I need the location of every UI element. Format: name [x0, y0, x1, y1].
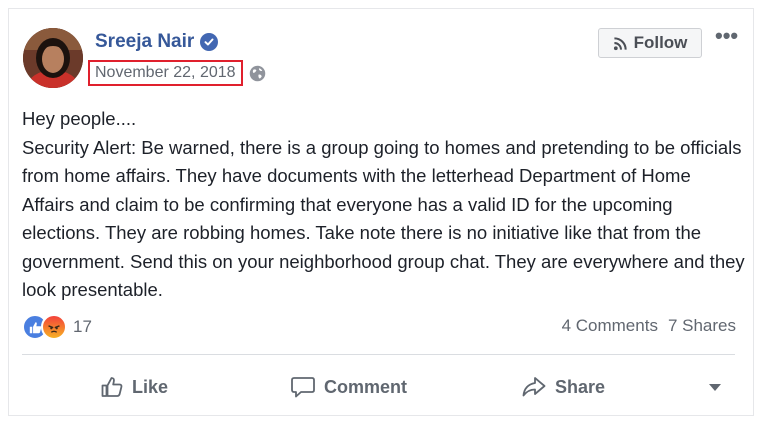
- post-meta: November 22, 2018: [88, 60, 266, 86]
- post-text-line-1: Hey people....: [22, 108, 137, 129]
- more-options-button[interactable]: •••: [715, 25, 738, 47]
- divider: [22, 354, 735, 355]
- globe-icon: [249, 65, 265, 81]
- like-button[interactable]: Like: [100, 367, 168, 407]
- chevron-down-icon[interactable]: [708, 383, 722, 392]
- comments-count-link[interactable]: 4 Comments: [562, 316, 658, 336]
- verified-badge-icon: [200, 33, 219, 51]
- comment-bubble-icon: [291, 377, 315, 398]
- rss-icon: [613, 36, 627, 50]
- share-button[interactable]: Share: [521, 367, 605, 407]
- follow-button[interactable]: Follow: [598, 28, 702, 58]
- post-body: Hey people.... Security Alert: Be warned…: [22, 105, 746, 305]
- author-name[interactable]: Sreeja Nair: [95, 31, 219, 53]
- follow-label: Follow: [633, 33, 688, 52]
- shares-count-link[interactable]: 7 Shares: [668, 316, 736, 336]
- author-name-label[interactable]: Sreeja Nair: [95, 31, 194, 53]
- angry-reaction-icon: [41, 314, 67, 340]
- comment-label: Comment: [324, 376, 408, 397]
- post-text-paragraph: Security Alert: Be warned, there is a gr…: [22, 136, 745, 301]
- thumbs-up-icon: [101, 377, 123, 397]
- reactions-summary[interactable]: 17: [22, 314, 92, 340]
- share-arrow-icon: [522, 377, 546, 397]
- comment-button[interactable]: Comment: [290, 367, 407, 407]
- share-label: Share: [555, 376, 606, 397]
- avatar[interactable]: [23, 28, 83, 88]
- like-label: Like: [132, 376, 169, 397]
- engagement-stats: 4 Comments 7 Shares: [562, 316, 736, 336]
- reaction-count: 17: [73, 317, 92, 336]
- post-card: Sreeja Nair November 22, 2018 Follow •••…: [8, 8, 754, 416]
- action-bar: Like Comment Share: [22, 367, 735, 407]
- post-date[interactable]: November 22, 2018: [88, 60, 243, 86]
